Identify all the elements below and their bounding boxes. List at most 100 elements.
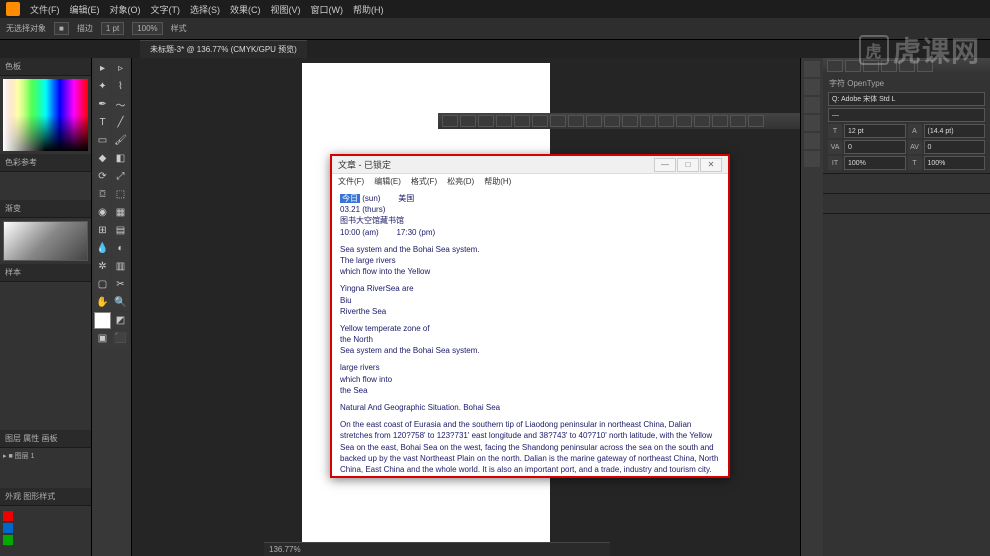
shape-builder-tool[interactable]: ◉ (94, 204, 111, 221)
swatch-blue[interactable] (3, 523, 13, 533)
menu-view[interactable]: 视图(V) (271, 3, 301, 16)
column-graph-tool[interactable]: ▥ (112, 258, 129, 275)
canvas[interactable]: 文章 - 已锁定 — □ ✕ 文件(F) 编辑(E) 格式(F) 松亮(D) 帮… (132, 58, 800, 556)
font-weight-input[interactable]: — (828, 108, 985, 122)
curvature-tool[interactable]: ～ (112, 96, 129, 113)
align-icon[interactable] (460, 115, 476, 127)
magic-wand-tool[interactable]: ✦ (94, 78, 111, 95)
blend-tool[interactable]: ◐ (112, 240, 129, 257)
gradient-tool[interactable]: ▤ (112, 222, 129, 239)
panel-toggle-icon[interactable] (804, 151, 820, 167)
color-spectrum[interactable] (3, 79, 88, 151)
type-tool[interactable]: T (94, 114, 111, 131)
menu-object[interactable]: 对象(O) (110, 3, 141, 16)
screen-mode[interactable]: ▣ (94, 330, 111, 347)
swatches-tab[interactable]: 色板 (0, 58, 91, 76)
paintbrush-tool[interactable]: 🖌 (112, 132, 129, 149)
menu-help[interactable]: 帮助(H) (353, 3, 384, 16)
align-icon[interactable] (496, 115, 512, 127)
menu-window[interactable]: 窗口(W) (311, 3, 344, 16)
pen-tool[interactable]: ✒ (94, 96, 111, 113)
transform-icon[interactable] (586, 115, 602, 127)
samples-tab[interactable]: 样本 (0, 264, 91, 282)
shape-icon[interactable] (676, 115, 692, 127)
dialog-menu-edit[interactable]: 编辑(E) (374, 176, 401, 187)
transform-icon[interactable] (568, 115, 584, 127)
layers-tab[interactable]: 图层 属性 画板 (0, 430, 91, 448)
path-icon[interactable] (712, 115, 728, 127)
perspective-tool[interactable]: ▦ (112, 204, 129, 221)
swatch-green[interactable] (3, 535, 13, 545)
maximize-button[interactable]: □ (677, 158, 699, 172)
gradient-tab[interactable]: 渐变 (0, 200, 91, 218)
char-icon[interactable] (827, 60, 843, 72)
hscale-input[interactable]: 100% (924, 156, 986, 170)
shape-icon[interactable] (640, 115, 656, 127)
dialog-menu-highlight[interactable]: 松亮(D) (447, 176, 474, 187)
zoom-tool[interactable]: 🔍 (112, 294, 129, 311)
eyedropper-tool[interactable]: 💧 (94, 240, 111, 257)
hand-tool[interactable]: ✋ (94, 294, 111, 311)
opacity-input[interactable]: 100% (132, 22, 162, 35)
paragraph-panel[interactable] (823, 174, 990, 194)
align-icon[interactable] (442, 115, 458, 127)
symbol-sprayer-tool[interactable]: ✲ (94, 258, 111, 275)
scale-tool[interactable]: ⤢ (112, 168, 129, 185)
swatch-red[interactable] (3, 511, 13, 521)
menu-effect[interactable]: 效果(C) (230, 3, 261, 16)
panel-toggle-icon[interactable] (804, 97, 820, 113)
path-icon[interactable] (730, 115, 746, 127)
dialog-menu-file[interactable]: 文件(F) (338, 176, 364, 187)
dialog-menu-format[interactable]: 格式(F) (411, 176, 437, 187)
stroke-panel[interactable] (823, 194, 990, 214)
dialog-titlebar[interactable]: 文章 - 已锁定 — □ ✕ (332, 156, 728, 174)
panel-toggle-icon[interactable] (804, 115, 820, 131)
path-icon[interactable] (694, 115, 710, 127)
fill-swatch[interactable]: ■ (54, 22, 69, 35)
transform-icon[interactable] (604, 115, 620, 127)
document-tab[interactable]: 未标题-3* @ 136.77% (CMYK/GPU 预览) (140, 40, 307, 58)
gradient-preview[interactable] (3, 221, 88, 261)
panel-toggle-icon[interactable] (804, 133, 820, 149)
color-guide-tab[interactable]: 色彩参考 (0, 154, 91, 172)
char-panel-title[interactable]: 字符 OpenType (825, 76, 988, 91)
story-text-area[interactable]: 今日 (sun) 美国 03.21 (thurs) 图书大空馆藏书馆 10:00… (332, 189, 728, 476)
path-icon[interactable] (748, 115, 764, 127)
menu-select[interactable]: 选择(S) (190, 3, 220, 16)
menu-edit[interactable]: 编辑(E) (70, 3, 100, 16)
eraser-tool[interactable]: ◧ (112, 150, 129, 167)
width-tool[interactable]: ⌼ (94, 186, 111, 203)
line-tool[interactable]: ╱ (112, 114, 129, 131)
direct-selection-tool[interactable]: ▹ (112, 60, 129, 77)
artboard-tool[interactable]: ▢ (94, 276, 111, 293)
rectangle-tool[interactable]: ▭ (94, 132, 111, 149)
align-icon[interactable] (478, 115, 494, 127)
slice-tool[interactable]: ✂ (112, 276, 129, 293)
shape-icon[interactable] (622, 115, 638, 127)
stroke-color[interactable]: ◩ (112, 312, 129, 329)
minimize-button[interactable]: — (654, 158, 676, 172)
vscale-input[interactable]: 100% (844, 156, 906, 170)
font-family-input[interactable]: Q: Adobe 宋体 Std L (828, 92, 985, 106)
dialog-menu-help[interactable]: 帮助(H) (484, 176, 511, 187)
free-transform-tool[interactable]: ⬚ (112, 186, 129, 203)
leading-input[interactable]: (14.4 pt) (924, 124, 986, 138)
kerning-input[interactable]: 0 (844, 140, 906, 154)
shaper-tool[interactable]: ◆ (94, 150, 111, 167)
stroke-weight-input[interactable]: 1 pt (101, 22, 124, 35)
shape-icon[interactable] (658, 115, 674, 127)
lasso-tool[interactable]: ⌇ (112, 78, 129, 95)
edit-mode[interactable]: ⬛ (112, 330, 129, 347)
align-icon[interactable] (514, 115, 530, 127)
align-icon[interactable] (532, 115, 548, 127)
tracking-input[interactable]: 0 (924, 140, 986, 154)
fill-color[interactable] (94, 312, 111, 329)
appearance-tab[interactable]: 外观 图形样式 (0, 488, 91, 506)
close-button[interactable]: ✕ (700, 158, 722, 172)
zoom-level[interactable]: 136.77% (269, 545, 301, 554)
transform-icon[interactable] (550, 115, 566, 127)
selection-tool[interactable]: ▸ (94, 60, 111, 77)
mesh-tool[interactable]: ⊞ (94, 222, 111, 239)
layers-list[interactable]: ▸ ■ 图层 1 (0, 448, 91, 488)
font-size-input[interactable]: 12 pt (844, 124, 906, 138)
